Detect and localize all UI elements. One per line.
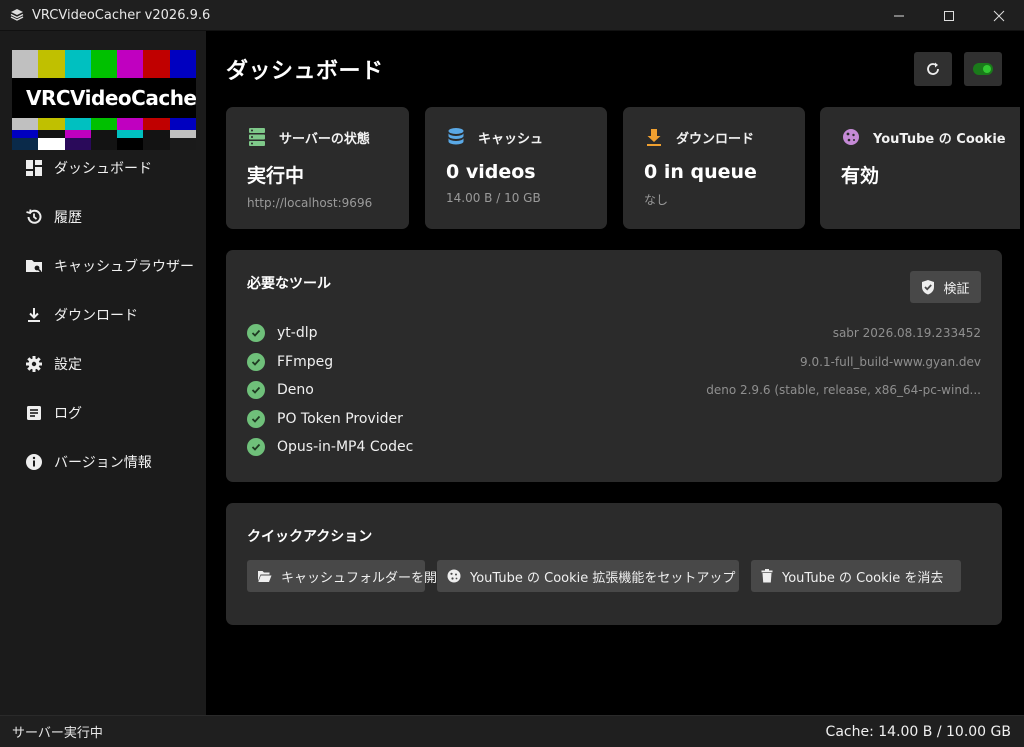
verify-button[interactable]: 検証	[910, 271, 981, 303]
card-title: YouTube の Cookie	[873, 131, 1006, 147]
maximize-icon	[944, 10, 954, 21]
tool-version: 9.0.1-full_build-www.gyan.dev	[800, 355, 981, 369]
verify-label: 検証	[943, 281, 970, 297]
action-label: キャッシュフォルダーを開く	[281, 570, 451, 586]
check-circle-icon	[247, 353, 265, 371]
shield-check-icon	[921, 279, 935, 295]
card-value: 有効	[841, 165, 880, 187]
check-circle-icon	[247, 438, 265, 456]
card-title: キャッシュ	[478, 131, 544, 147]
card-title: ダウンロード	[676, 131, 755, 147]
sidebar-nav: ダッシュボード 履歴 キャッシュブラウザー ダウンロード 設定 ログ バージョン…	[0, 143, 206, 486]
close-button[interactable]	[974, 0, 1024, 31]
server-status-card: サーバーの状態 実行中 http://localhost:9696	[226, 107, 409, 229]
logo-text: VRCVideoCacher	[26, 86, 196, 110]
download-icon	[24, 305, 44, 325]
log-icon	[24, 403, 44, 423]
title-bar: VRCVideoCacher v2026.9.6	[0, 0, 1024, 31]
card-value: 0 videos	[446, 161, 536, 183]
card-value: 0 in queue	[644, 161, 757, 183]
server-status-text: サーバー実行中	[12, 726, 103, 741]
minimize-button[interactable]	[874, 0, 924, 31]
check-circle-icon	[247, 381, 265, 399]
cookie-icon	[841, 127, 861, 147]
panel-title: クイックアクション	[247, 529, 373, 545]
sidebar-item-label: 設定	[54, 356, 82, 373]
dashboard-icon	[24, 158, 44, 178]
maximize-button[interactable]	[924, 0, 974, 31]
required-tools-panel: 必要なツール 検証 yt-dlp sabr 2026.08.19.233452 …	[226, 250, 1002, 482]
quick-actions-panel: クイックアクション キャッシュフォルダーを開く YouTube の Cookie…	[226, 503, 1002, 625]
download-card: ダウンロード 0 in queue なし	[623, 107, 805, 229]
sidebar-item-about[interactable]: バージョン情報	[0, 437, 206, 486]
refresh-icon	[927, 62, 939, 75]
tool-row: Deno deno 2.9.6 (stable, release, x86_64…	[247, 380, 981, 400]
tool-version: deno 2.9.6 (stable, release, x86_64-pc-w…	[706, 383, 981, 397]
sidebar-item-log[interactable]: ログ	[0, 388, 206, 437]
toggle-button[interactable]	[964, 52, 1002, 86]
folder-open-icon	[257, 570, 272, 583]
sidebar-item-history[interactable]: 履歴	[0, 192, 206, 241]
page-title: ダッシュボード	[226, 59, 384, 84]
app-logo: VRCVideoCacher	[12, 50, 196, 150]
sidebar-item-dashboard[interactable]: ダッシュボード	[0, 143, 206, 192]
server-icon	[247, 127, 267, 147]
database-icon	[446, 127, 466, 147]
check-circle-icon	[247, 410, 265, 428]
sidebar-item-label: ログ	[54, 405, 82, 422]
card-title: サーバーの状態	[279, 131, 370, 147]
clear-cookie-button[interactable]: YouTube の Cookie を消去	[751, 560, 961, 592]
sidebar-item-download[interactable]: ダウンロード	[0, 290, 206, 339]
sidebar-item-label: キャッシュブラウザー	[54, 258, 194, 275]
cache-usage-text: Cache: 14.00 B / 10.00 GB	[825, 723, 1011, 740]
tool-row: Opus-in-MP4 Codec	[247, 437, 981, 457]
open-cache-folder-button[interactable]: キャッシュフォルダーを開く	[247, 560, 450, 592]
stack-icon	[9, 7, 25, 23]
sidebar-item-cache-browser[interactable]: キャッシュブラウザー	[0, 241, 206, 290]
minimize-icon	[894, 15, 904, 16]
cache-card: キャッシュ 0 videos 14.00 B / 10 GB	[425, 107, 607, 229]
status-bar: サーバー実行中 Cache: 14.00 B / 10.00 GB	[0, 715, 1024, 747]
card-subtext: http://localhost:9696	[247, 196, 373, 210]
tool-name: Deno	[277, 382, 314, 398]
card-value: 実行中	[247, 165, 305, 187]
action-label: YouTube の Cookie を消去	[782, 570, 944, 586]
info-icon	[24, 452, 44, 472]
history-icon	[24, 207, 44, 227]
sidebar: VRCVideoCacher ダッシュボード 履歴 キャッシュブラウザー ダウン…	[0, 31, 206, 715]
cookie-icon	[447, 569, 461, 583]
tool-name: yt-dlp	[277, 325, 318, 341]
card-subtext: 14.00 B / 10 GB	[446, 191, 541, 205]
sidebar-item-label: 履歴	[54, 209, 82, 226]
action-label: YouTube の Cookie 拡張機能をセットアップ	[470, 570, 736, 586]
setup-cookie-extension-button[interactable]: YouTube の Cookie 拡張機能をセットアップ	[437, 560, 739, 592]
panel-title: 必要なツール	[247, 276, 331, 292]
tool-name: FFmpeg	[277, 354, 334, 370]
gear-icon	[24, 354, 44, 374]
window-title: VRCVideoCacher v2026.9.6	[32, 7, 211, 23]
folder-browser-icon	[24, 256, 44, 276]
trash-icon	[761, 569, 773, 583]
tool-name: PO Token Provider	[277, 411, 403, 427]
toggle-on-icon	[973, 63, 993, 75]
tool-row: FFmpeg 9.0.1-full_build-www.gyan.dev	[247, 352, 981, 372]
card-subtext: なし	[644, 193, 669, 207]
sidebar-item-label: バージョン情報	[54, 454, 152, 471]
refresh-button[interactable]	[914, 52, 952, 86]
tool-row: PO Token Provider	[247, 409, 981, 429]
download-icon	[644, 127, 664, 147]
sidebar-item-label: ダッシュボード	[54, 160, 152, 177]
main-content: ダッシュボード サーバーの状態 実行中 http://localhost:969…	[206, 31, 1024, 715]
youtube-cookie-card: YouTube の Cookie 有効	[820, 107, 1020, 229]
tool-row: yt-dlp sabr 2026.08.19.233452	[247, 323, 981, 343]
check-circle-icon	[247, 324, 265, 342]
sidebar-item-settings[interactable]: 設定	[0, 339, 206, 388]
tool-version: sabr 2026.08.19.233452	[832, 326, 981, 340]
tool-name: Opus-in-MP4 Codec	[277, 439, 414, 455]
close-icon	[993, 10, 1005, 21]
sidebar-item-label: ダウンロード	[54, 307, 138, 324]
